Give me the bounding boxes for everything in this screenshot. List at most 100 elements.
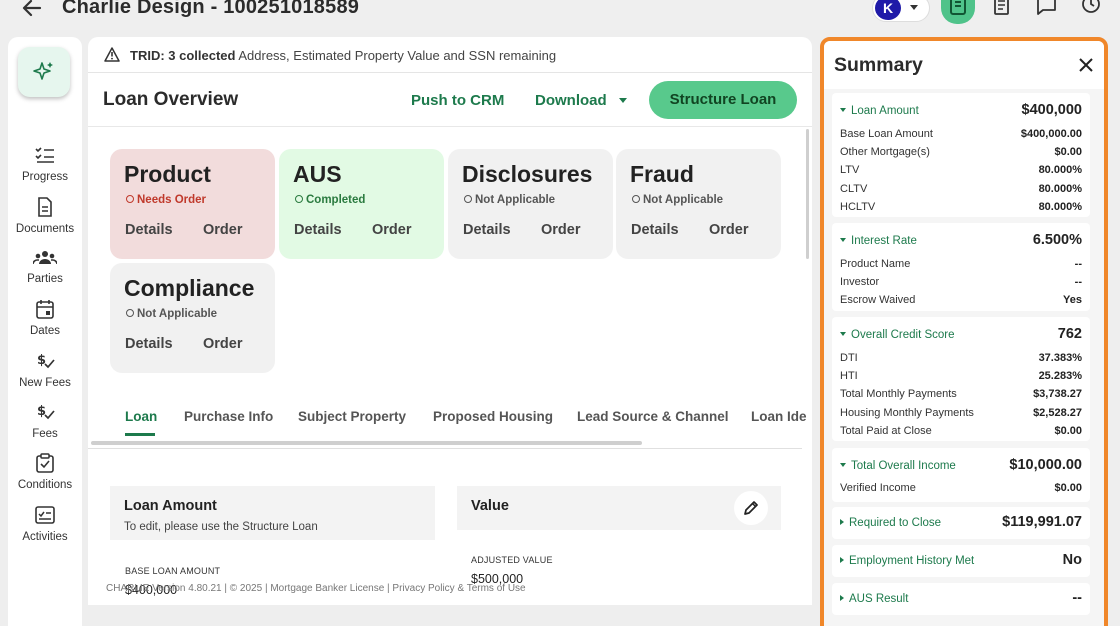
- section-title: Value: [471, 498, 509, 514]
- summary-row: Investor --: [840, 276, 1082, 288]
- card-title: Disclosures: [462, 161, 593, 187]
- summary-row: CLTV 80.000%: [840, 183, 1082, 195]
- nav-item-dates[interactable]: Dates: [8, 299, 82, 337]
- chevron-down-icon: [840, 463, 846, 467]
- compliance-card: Compliance Not Applicable Details Order: [110, 263, 275, 373]
- details-button[interactable]: Details: [125, 336, 173, 352]
- download-button[interactable]: Download: [535, 92, 607, 109]
- employment-toggle[interactable]: Employment History Met: [840, 555, 974, 567]
- nav-label: Parties: [27, 273, 63, 285]
- nav-item-documents[interactable]: Documents: [8, 197, 82, 235]
- section-title: Loan Amount: [124, 498, 217, 514]
- vertical-scrollbar[interactable]: [806, 129, 809, 259]
- summary-row: HTI 25.283%: [840, 370, 1082, 382]
- tab-loan[interactable]: Loan: [125, 409, 157, 424]
- nav-item-activities[interactable]: Activities: [8, 505, 82, 543]
- nav-label: Dates: [29, 325, 61, 337]
- circle-icon: [464, 195, 472, 203]
- nav-item-conditions[interactable]: Conditions: [8, 453, 82, 491]
- circle-icon: [632, 195, 640, 203]
- divider: [88, 448, 802, 449]
- history-icon[interactable]: [1074, 0, 1108, 24]
- field-label: ADJUSTED VALUE: [471, 555, 553, 565]
- check-circle-icon: [295, 195, 303, 203]
- tab-loan-identifiers[interactable]: Loan Ide: [751, 409, 807, 424]
- chevron-right-icon: [840, 557, 844, 563]
- aus-card: AUS Completed Details Order: [279, 149, 444, 259]
- loan-amount-toggle[interactable]: Loan Amount: [840, 105, 919, 117]
- document-list-icon[interactable]: [985, 0, 1019, 24]
- nav-item-parties[interactable]: Parties: [8, 249, 82, 285]
- tab-proposed-housing[interactable]: Proposed Housing: [433, 409, 553, 424]
- summary-row: Escrow Waived Yes: [840, 294, 1082, 306]
- svg-text:$: $: [37, 404, 46, 419]
- summary-row: LTV 80.000%: [840, 164, 1082, 176]
- warning-icon: [104, 47, 120, 62]
- income-toggle[interactable]: Total Overall Income: [840, 460, 956, 472]
- status-badge: Not Applicable: [464, 194, 555, 206]
- page-title: Charlie Design - 100251018589: [62, 0, 360, 18]
- credit-score-value: 762: [1057, 326, 1082, 342]
- nav-item-progress[interactable]: Progress: [8, 145, 82, 183]
- order-button[interactable]: Order: [709, 222, 749, 238]
- details-button[interactable]: Details: [463, 222, 511, 238]
- circle-icon: [126, 309, 134, 317]
- structure-loan-button[interactable]: Structure Loan: [649, 81, 797, 119]
- aus-result-toggle[interactable]: AUS Result: [840, 593, 908, 605]
- back-arrow-icon[interactable]: [20, 0, 44, 20]
- chevron-down-icon: [910, 5, 918, 10]
- user-menu[interactable]: K: [872, 0, 930, 22]
- order-button[interactable]: Order: [203, 222, 243, 238]
- details-button[interactable]: Details: [125, 222, 173, 238]
- interest-rate-summary: Interest Rate 6.500% Product Name -- Inve…: [832, 223, 1090, 311]
- loan-file-icon[interactable]: [941, 0, 975, 24]
- tab-purchase-info[interactable]: Purchase Info: [184, 409, 273, 424]
- card-title: Fraud: [630, 161, 694, 187]
- chevron-down-icon[interactable]: [619, 98, 627, 103]
- summary-row: Total Monthly Payments $3,738.27: [840, 388, 1082, 400]
- summary-row: Total Paid at Close $0.00: [840, 425, 1082, 437]
- tab-bar: Loan Purchase Info Subject Property Prop…: [88, 399, 812, 449]
- order-button[interactable]: Order: [541, 222, 581, 238]
- chat-icon[interactable]: [1030, 0, 1064, 24]
- chevron-down-icon: [840, 332, 846, 336]
- avatar: K: [875, 0, 901, 20]
- income-value: $10,000.00: [1009, 457, 1082, 473]
- svg-text:$: $: [37, 353, 46, 368]
- required-to-close-toggle[interactable]: Required to Close: [840, 517, 941, 529]
- nav-item-fees[interactable]: $ Fees: [8, 402, 82, 440]
- value-section: Value: [457, 486, 781, 530]
- edit-button[interactable]: [734, 491, 768, 525]
- chevron-right-icon: [840, 519, 844, 525]
- order-button[interactable]: Order: [203, 336, 243, 352]
- income-summary: Total Overall Income $10,000.00 Verified…: [832, 448, 1090, 502]
- summary-header: Summary: [824, 41, 1104, 89]
- card-title: Compliance: [124, 275, 255, 301]
- tab-lead-source-channel[interactable]: Lead Source & Channel: [577, 409, 729, 424]
- chevron-down-icon: [840, 108, 846, 112]
- disclosures-card: Disclosures Not Applicable Details Order: [448, 149, 613, 259]
- document-icon: [38, 197, 52, 217]
- nav-item-new-fees[interactable]: $ New Fees: [8, 351, 82, 389]
- horizontal-scrollbar[interactable]: [91, 441, 642, 445]
- nav-label: Conditions: [17, 479, 73, 491]
- push-to-crm-button[interactable]: Push to CRM: [411, 92, 504, 109]
- loan-amount-section: Loan Amount To edit, please use the Stru…: [110, 486, 435, 540]
- clipboard-check-icon: [36, 453, 54, 473]
- details-button[interactable]: Details: [631, 222, 679, 238]
- order-button[interactable]: Order: [372, 222, 412, 238]
- details-button[interactable]: Details: [294, 222, 342, 238]
- calendar-icon: [36, 300, 54, 319]
- chevron-right-icon: [840, 595, 844, 601]
- tab-subject-property[interactable]: Subject Property: [298, 409, 406, 424]
- trid-remaining: Address, Estimated Property Value and SS…: [235, 48, 557, 63]
- interest-rate-toggle[interactable]: Interest Rate: [840, 235, 917, 247]
- dollar-check-icon: $: [37, 404, 55, 420]
- ai-assistant-button[interactable]: [18, 47, 70, 97]
- product-card: Product Needs Order Details Order: [110, 149, 275, 259]
- dollar-check-icon: $: [37, 353, 55, 369]
- nav-label: New Fees: [19, 377, 71, 389]
- credit-score-toggle[interactable]: Overall Credit Score: [840, 329, 955, 341]
- close-icon[interactable]: [1078, 57, 1094, 78]
- interest-rate-value: 6.500%: [1032, 232, 1082, 248]
